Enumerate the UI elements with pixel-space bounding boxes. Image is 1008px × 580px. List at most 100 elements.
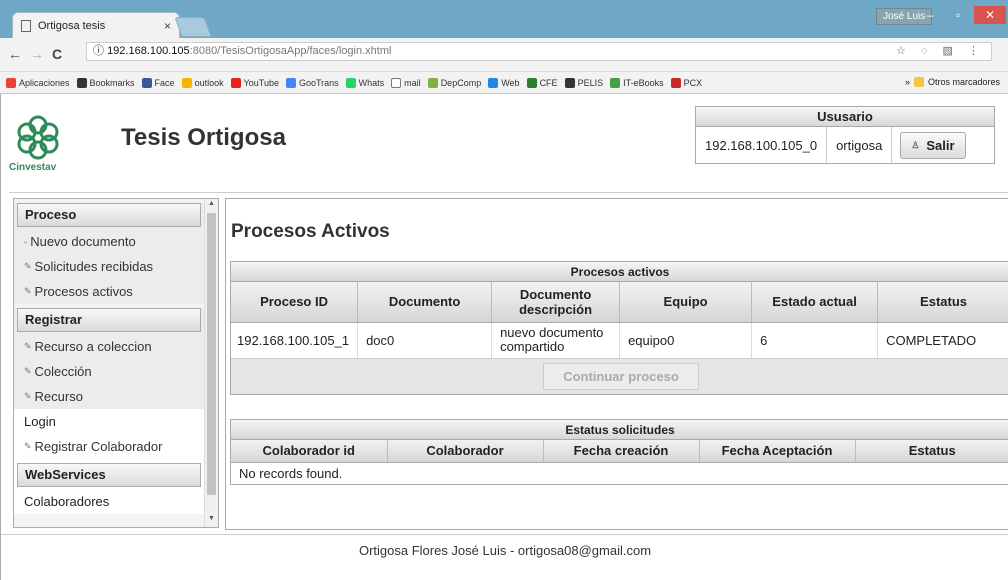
- menu-header-proceso[interactable]: Proceso: [17, 203, 201, 227]
- site-title: Tesis Ortigosa: [121, 124, 286, 151]
- pencil-icon: ✎: [24, 391, 32, 401]
- menu-header-webservices[interactable]: WebServices: [17, 463, 201, 487]
- continuar-proceso-button[interactable]: Continuar proceso: [543, 363, 699, 390]
- page-footer: Ortigosa Flores José Luis - ortigosa08@g…: [1, 534, 1008, 580]
- scroll-up-icon[interactable]: ▲: [208, 200, 215, 207]
- page-content: Cinvestav Tesis Ortigosa Ususario 192.16…: [0, 94, 1008, 580]
- bookmark-face[interactable]: Face: [141, 77, 175, 88]
- cinvestav-logo-icon: [17, 115, 59, 160]
- menu-group-proceso: Proceso ▫ Nuevo documento ✎ Solicitudes re…: [14, 203, 204, 304]
- bookmark-mail[interactable]: mail: [391, 77, 421, 88]
- scroll-down-icon[interactable]: ▼: [208, 515, 215, 522]
- bookmark-web[interactable]: Web: [488, 77, 520, 88]
- scrollbar-thumb[interactable]: [207, 213, 216, 495]
- url-path: :8080/TesisOrtigosaApp/faces/login.xhtml: [189, 45, 392, 57]
- bookmark-label: GooTrans: [298, 77, 339, 88]
- user-panel: Ususario 192.168.100.105_0 ortigosa ♙ Sa…: [695, 106, 995, 164]
- table-cell: COMPLETADO: [886, 332, 977, 348]
- reload-icon[interactable]: C: [52, 46, 62, 62]
- bookmark-label: mail: [404, 77, 421, 88]
- other-bookmarks[interactable]: » Otros marcadores: [905, 77, 1000, 87]
- column-header[interactable]: Fecha creación: [543, 440, 700, 463]
- omnibox-icons[interactable]: ☆ ◌ ▧ ⋮: [896, 43, 985, 60]
- translate-icon: [285, 77, 296, 88]
- bookmark-whats[interactable]: Whats: [345, 77, 385, 88]
- bookmark-label: YouTube: [243, 77, 279, 88]
- menu-item-coleccion[interactable]: ✎ Colección: [14, 359, 204, 384]
- menu-item-solicitudes-recibidas[interactable]: ✎ Solicitudes recibidas: [14, 254, 204, 279]
- url-input[interactable]: ⓘ 192.168.100.105:8080/TesisOrtigosaApp/…: [86, 42, 992, 61]
- menu-item-login[interactable]: Login: [14, 409, 204, 434]
- bookmark-pelis[interactable]: PELIS: [564, 77, 604, 88]
- bookmark-label: CFE: [539, 77, 558, 88]
- menu-item-recurso[interactable]: ✎ Recurso: [14, 384, 204, 409]
- bookmark-it-ebooks[interactable]: IT-eBooks: [610, 77, 664, 88]
- user-icon: ♙: [911, 139, 920, 150]
- bookmark-label: DepComp: [440, 77, 482, 88]
- column-header[interactable]: Estatus: [877, 282, 1008, 323]
- pencil-icon: ✎: [24, 366, 32, 376]
- column-header[interactable]: Estado actual: [751, 282, 879, 323]
- bookmark-label: PELIS: [577, 77, 604, 88]
- column-header[interactable]: Equipo: [619, 282, 753, 323]
- pencil-icon: ✎: [24, 341, 32, 351]
- window-close-icon[interactable]: ✕: [974, 6, 1006, 24]
- table-cell: 6: [751, 322, 879, 358]
- minimize-icon[interactable]: –: [918, 6, 942, 24]
- column-header[interactable]: Colaborador: [387, 440, 544, 463]
- tab-close-icon[interactable]: ×: [164, 19, 171, 33]
- bookmarks-overflow-icon[interactable]: »: [905, 77, 910, 87]
- bookmarks-bar: Aplicaciones Bookmarks Face outlook YouTube G…: [0, 72, 1008, 94]
- globe-icon: [488, 77, 499, 88]
- info-icon[interactable]: ⓘ: [93, 45, 104, 57]
- column-header[interactable]: Estatus: [855, 440, 1008, 463]
- bookmark-label: Face: [154, 77, 175, 88]
- pencil-icon: ✎: [24, 441, 32, 451]
- user-name: ortigosa: [827, 127, 893, 163]
- bookmark-bookmarks[interactable]: Bookmarks: [76, 77, 135, 88]
- bookmark-label: IT-eBooks: [623, 77, 664, 88]
- table-footer: Continuar proceso: [231, 358, 1008, 394]
- table-row[interactable]: 192.168.100.105_1 doc0 nuevo documento c…: [231, 322, 1008, 358]
- bookmark-pcx[interactable]: PCX: [670, 77, 703, 88]
- menu-group-registrar: Registrar ✎ Recurso a coleccion ✎ Colecció…: [14, 308, 204, 409]
- facebook-icon: [141, 77, 152, 88]
- browser-title-bar: Ortigosa tesis × José Luis – ▫ ✕: [0, 0, 1008, 38]
- maximize-icon[interactable]: ▫: [946, 6, 970, 24]
- menu-header-registrar[interactable]: Registrar: [17, 308, 201, 332]
- sidebar-menu: Proceso ▫ Nuevo documento ✎ Solicitudes re…: [13, 198, 219, 528]
- logout-button[interactable]: ♙ Salir: [900, 131, 966, 159]
- bookmark-aplicaciones[interactable]: Aplicaciones: [6, 77, 70, 88]
- procesos-activos-table: Procesos activos Proceso ID Documento Do…: [230, 261, 1008, 395]
- bookmark-cfe[interactable]: CFE: [526, 77, 558, 88]
- logo-text: Cinvestav: [9, 162, 57, 173]
- bookmark-depcomp[interactable]: DepComp: [427, 77, 482, 88]
- menu-item-colaboradores[interactable]: Colaboradores: [14, 489, 204, 514]
- site-header: Cinvestav Tesis Ortigosa Ususario 192.16…: [1, 94, 1008, 186]
- document-icon: ▫: [24, 236, 28, 247]
- menu-item-procesos-activos[interactable]: ✎ Procesos activos: [14, 279, 204, 304]
- star-icon: [76, 77, 87, 88]
- menu-item-recurso-a-coleccion[interactable]: ✎ Recurso a coleccion: [14, 334, 204, 359]
- browser-tab[interactable]: Ortigosa tesis ×: [12, 12, 180, 38]
- menu-item-registrar-colaborador[interactable]: ✎ Registrar Colaborador: [14, 434, 204, 459]
- bookmark-label: Whats: [358, 77, 385, 88]
- menu-item-nuevo-documento[interactable]: ▫ Nuevo documento: [14, 229, 204, 254]
- bookmark-label: PCX: [683, 77, 703, 88]
- column-header[interactable]: Documento descripción: [491, 282, 621, 323]
- bookmark-gootrans[interactable]: GooTrans: [285, 77, 339, 88]
- bookmark-outlook[interactable]: outlook: [181, 77, 224, 88]
- back-icon[interactable]: ←: [8, 46, 22, 62]
- column-header[interactable]: Documento: [357, 282, 493, 323]
- pcx-icon: [670, 77, 681, 88]
- column-header[interactable]: Colaborador id: [231, 440, 388, 463]
- column-header[interactable]: Proceso ID: [231, 282, 359, 323]
- cfe-icon: [526, 77, 537, 88]
- pencil-icon: ✎: [24, 286, 32, 296]
- bookmark-youtube[interactable]: YouTube: [230, 77, 279, 88]
- column-header[interactable]: Fecha Aceptación: [699, 440, 856, 463]
- estatus-solicitudes-table: Estatus solicitudes Colaborador id Colab…: [230, 419, 1008, 485]
- forward-icon[interactable]: →: [30, 46, 44, 62]
- new-tab-button[interactable]: [174, 17, 212, 37]
- sidebar-scrollbar[interactable]: ▲ ▼: [204, 199, 218, 527]
